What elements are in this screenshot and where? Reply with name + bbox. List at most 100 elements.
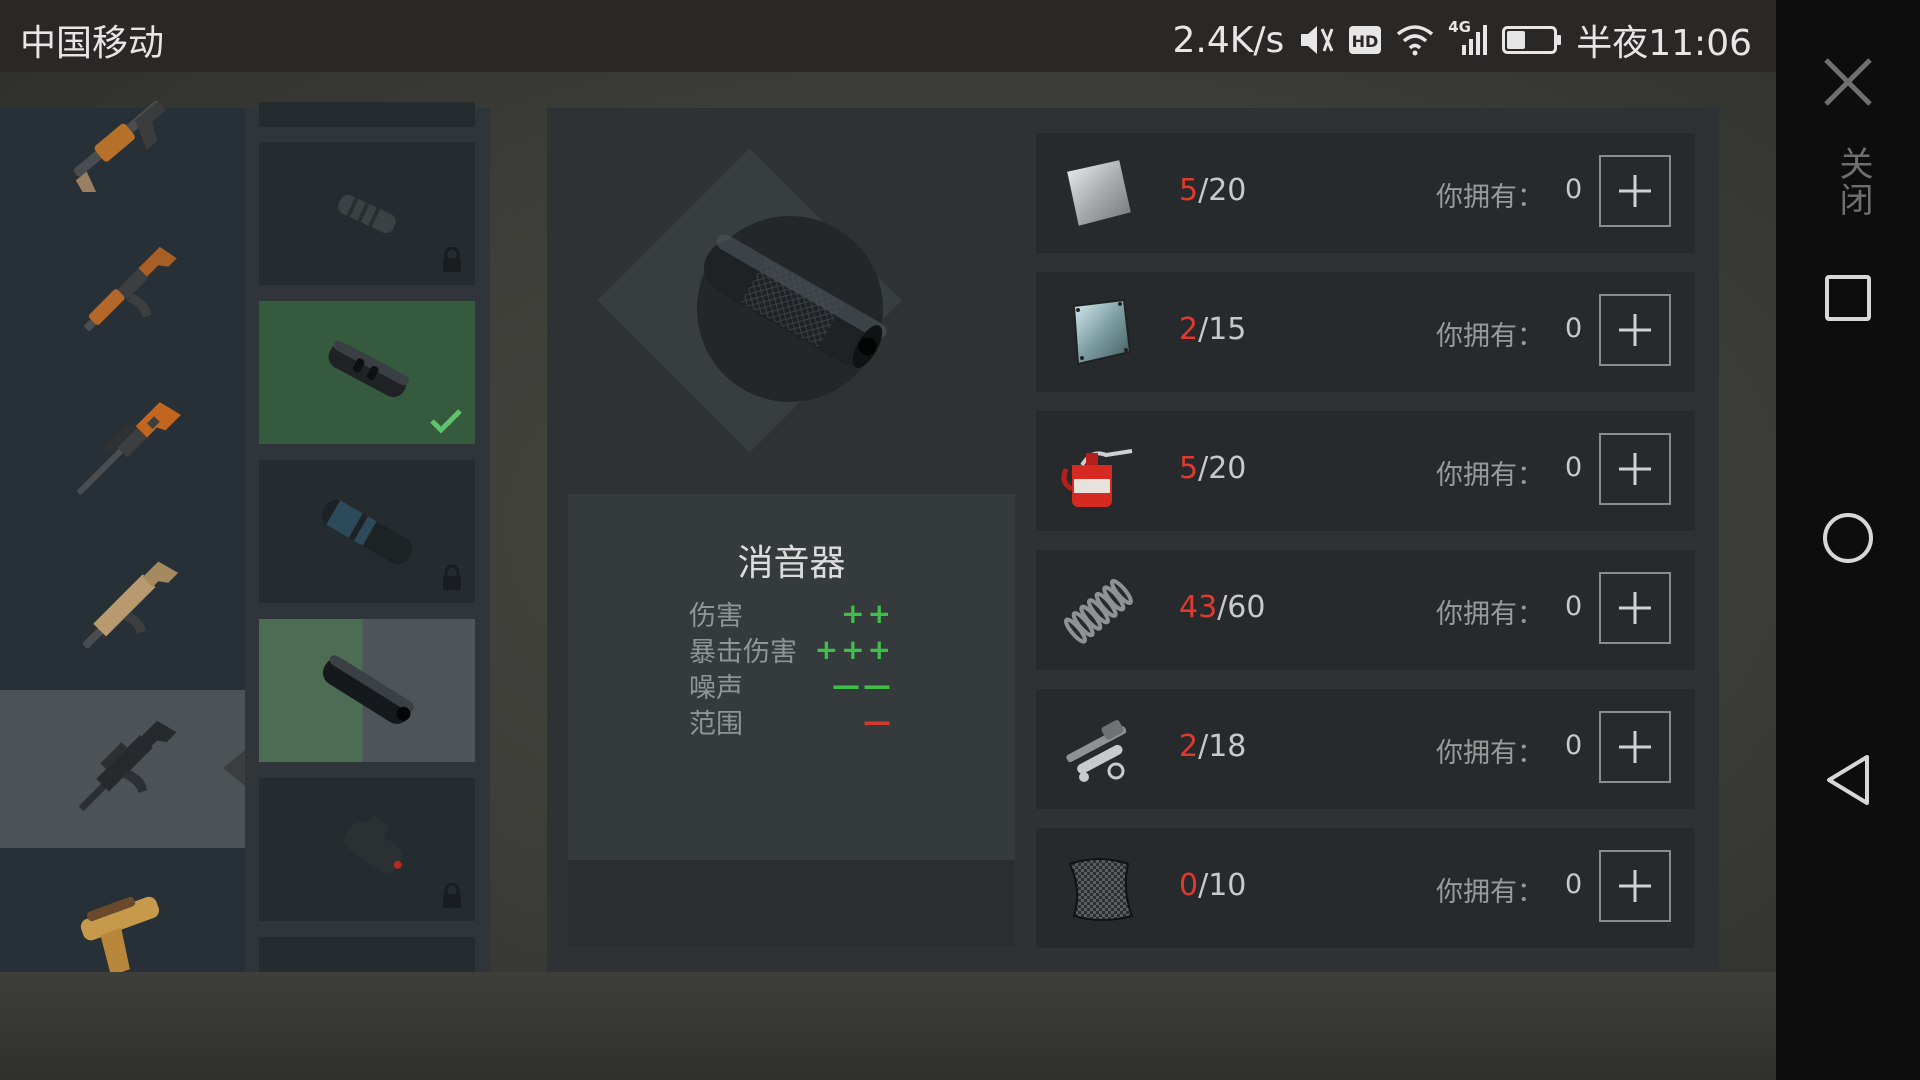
stat-label: 噪声 [689, 672, 743, 704]
add-material-button[interactable] [1599, 294, 1671, 366]
bottom-background [0, 972, 1776, 1080]
attachment-slot-partial-top[interactable] [259, 102, 475, 127]
owned-label: 你拥有： [1436, 321, 1544, 352]
status-right: 2.4K/s HD 4G 半夜11:06 [1173, 14, 1753, 66]
material-count: 43/60 [1179, 590, 1265, 625]
close-icon [1824, 58, 1872, 106]
stat-label: 范围 [689, 708, 743, 740]
material-count: 0/10 [1179, 868, 1246, 903]
plus-icon [1619, 870, 1651, 902]
silencer-icon [322, 655, 414, 724]
plus-icon [1619, 731, 1651, 763]
oil-can-icon [1061, 449, 1133, 507]
material-count: 2/18 [1179, 729, 1246, 764]
attachment-slot-partial-bottom[interactable] [259, 937, 475, 972]
ak-rifle-icon [83, 246, 177, 331]
scar-rifle-icon [82, 561, 178, 649]
close-label: 关闭 [1833, 146, 1873, 218]
material-count: 2/15 [1179, 312, 1246, 347]
lock-icon [443, 247, 461, 272]
material-need: 20 [1208, 173, 1247, 208]
add-material-button[interactable] [1599, 433, 1671, 505]
owned-value: 0 [1565, 591, 1583, 622]
material-separator: / [1198, 451, 1209, 486]
carbon-fiber-icon [1068, 858, 1134, 921]
attachment-slot-silencer[interactable] [259, 619, 475, 762]
weapon-sniper[interactable] [0, 374, 245, 532]
wifi-icon [1396, 22, 1434, 58]
material-have: 2 [1179, 729, 1199, 764]
gun-parts-icon [1066, 720, 1127, 782]
back-icon [1827, 755, 1869, 805]
owned-label: 你拥有： [1436, 460, 1544, 491]
owned-value: 0 [1565, 174, 1583, 205]
material-separator: / [1198, 729, 1209, 764]
shotgun-icon [73, 100, 166, 192]
plus-icon [1619, 453, 1651, 485]
add-material-button[interactable] [1599, 711, 1671, 783]
crafting-panel: 消音器 伤害 ++ 暴击伤害 +++ 噪声 —— 范围 — 5/20 你拥有： [547, 108, 1719, 972]
plus-icon [1619, 592, 1651, 624]
stat-label: 暴击伤害 [689, 636, 797, 668]
stat-value: —— [832, 668, 894, 702]
battery-icon [1502, 22, 1562, 58]
material-have: 0 [1179, 868, 1199, 903]
attachment-info: 消音器 伤害 ++ 暴击伤害 +++ 噪声 —— 范围 — [568, 494, 1015, 860]
stat-value: — [863, 704, 894, 738]
material-separator: / [1198, 868, 1209, 903]
stat-row-damage: 伤害 ++ [689, 595, 894, 632]
attachment-slot-compensator[interactable] [259, 142, 475, 285]
blue-suppressor-icon [321, 499, 413, 565]
attachment-slot-blue-suppressor[interactable] [259, 460, 475, 603]
attachment-slot-muzzle-brake[interactable] [259, 301, 475, 444]
material-need: 60 [1227, 590, 1266, 625]
stat-row-crit-damage: 暴击伤害 +++ [689, 631, 894, 668]
weapon-shotgun[interactable] [0, 58, 245, 216]
recent-apps-icon [1825, 275, 1871, 321]
owned-value: 0 [1565, 730, 1583, 761]
attachment-slot-laser-sight[interactable] [259, 778, 475, 921]
add-material-button[interactable] [1599, 850, 1671, 922]
close-button[interactable] [1776, 50, 1920, 114]
weapon-list[interactable] [0, 100, 245, 977]
material-have: 5 [1179, 173, 1199, 208]
weapon-scar[interactable] [0, 532, 245, 690]
lock-icon [443, 883, 461, 908]
material-row: 2/18 你拥有： 0 [1036, 689, 1695, 809]
weapon-ak[interactable] [0, 216, 245, 374]
owned-label: 你拥有： [1436, 877, 1544, 908]
material-need: 18 [1208, 729, 1247, 764]
add-material-button[interactable] [1599, 155, 1671, 227]
sniper-rifle-icon [76, 402, 181, 495]
material-need: 15 [1208, 312, 1247, 347]
material-count: 5/20 [1179, 173, 1246, 208]
add-material-button[interactable] [1599, 572, 1671, 644]
svg-text:HD: HD [1352, 32, 1379, 51]
owned-value: 0 [1565, 869, 1583, 900]
material-count: 5/20 [1179, 451, 1246, 486]
back-button[interactable] [1776, 748, 1920, 812]
attachment-name: 消音器 [737, 543, 846, 584]
material-separator: / [1198, 173, 1209, 208]
selection-arrow [223, 750, 245, 786]
material-separator: / [1217, 590, 1228, 625]
home-button[interactable] [1776, 506, 1920, 570]
material-row: 0/10 你拥有： 0 [1036, 828, 1695, 948]
hd-icon: HD [1348, 22, 1382, 58]
material-row: 5/20 你拥有： 0 [1036, 411, 1695, 531]
lock-icon [443, 565, 461, 590]
network-type: 4G [1448, 18, 1471, 36]
spring-icon [1063, 578, 1133, 644]
weapon-m16[interactable] [0, 690, 245, 848]
material-have: 5 [1179, 451, 1199, 486]
net-speed: 2.4K/s [1172, 19, 1285, 61]
material-need: 20 [1208, 451, 1247, 486]
m16-rifle-icon [78, 720, 177, 811]
checkmark-icon [430, 409, 462, 434]
stat-value: +++ [814, 632, 894, 666]
recent-apps-button[interactable] [1776, 266, 1920, 330]
attachment-list[interactable] [245, 102, 490, 972]
owned-label: 你拥有： [1436, 738, 1544, 769]
steel-plate-icon [1064, 157, 1134, 229]
material-separator: / [1198, 312, 1209, 347]
